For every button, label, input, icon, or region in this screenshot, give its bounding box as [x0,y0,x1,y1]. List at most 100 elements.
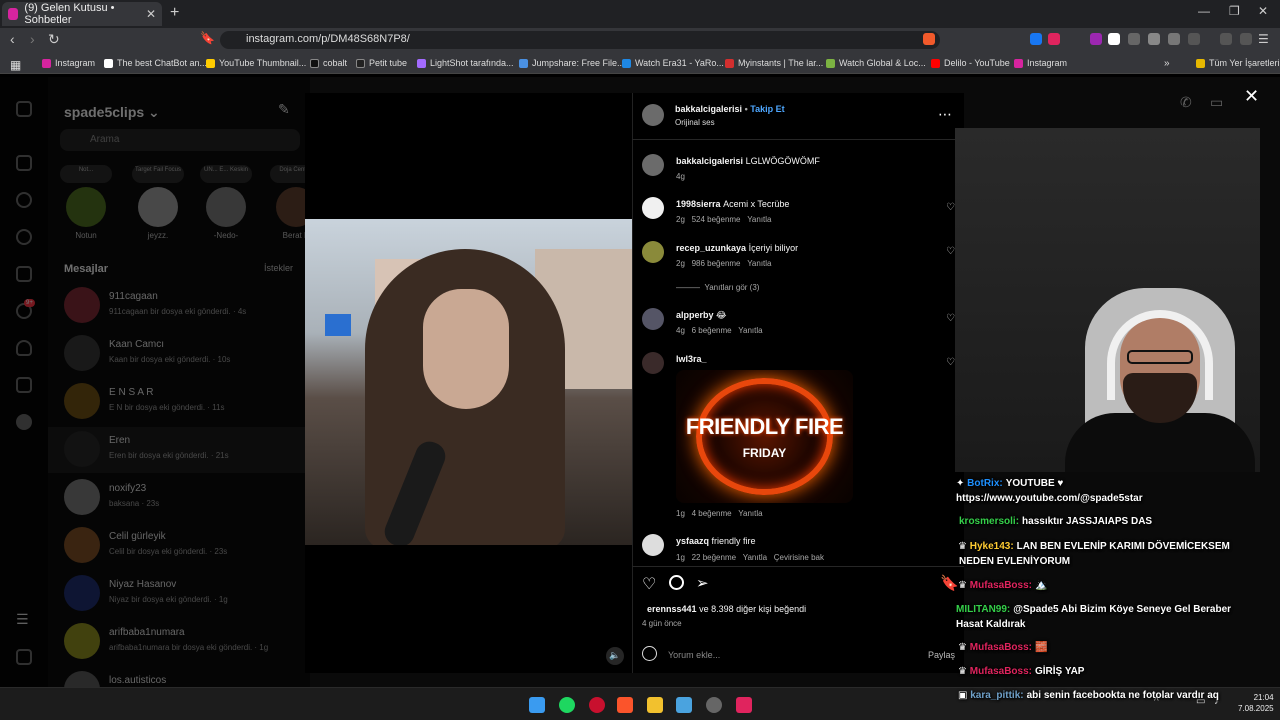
create-icon[interactable] [16,377,32,393]
requests-link[interactable]: İstekler [264,263,293,273]
brave-icon[interactable] [617,697,633,713]
gif-attachment[interactable]: FRIENDLY FIRE FRIDAY [676,370,853,503]
note-bubble[interactable]: Target Fail Focus jeyzz. [132,165,184,240]
browser-tab[interactable]: (9) Gelen Kutusu • Sohbetler ✕ [2,2,162,26]
video-call-icon[interactable]: ▭ [1210,94,1223,111]
bookmark-item[interactable]: The best ChatBot an... [104,58,207,68]
like-icon[interactable]: ♡ [642,574,656,594]
bookmark-item[interactable]: Myinstants | The lar... [725,58,823,68]
emoji-icon[interactable] [642,646,657,661]
bookmark-item[interactable]: Instagram [1014,58,1067,68]
commenter-avatar[interactable] [642,197,664,219]
reload-icon[interactable]: ↻ [48,31,60,48]
profile-avatar[interactable] [16,414,32,430]
system-clock[interactable]: 21:04 7.08.2025 [1238,692,1274,714]
extension-icon[interactable] [1090,33,1102,45]
brave-shield-icon[interactable] [923,33,935,45]
reply-button[interactable]: Yanıtla [738,326,762,335]
thread-row[interactable]: Celil gürleyik Celil bir dosya eki gönder… [48,523,310,569]
close-window-icon[interactable]: ✕ [1258,4,1268,18]
thread-row[interactable]: Niyaz Hasanov Niyaz bir dosya eki gönderd… [48,571,310,617]
heart-icon[interactable] [16,340,32,356]
url-bar[interactable]: instagram.com/p/DM48S68N7P8/ [220,31,940,49]
bookmark-item[interactable]: cobalt [310,58,347,68]
commenter-avatar[interactable] [642,241,664,263]
meta-icon[interactable] [16,649,32,665]
sidebar-icon[interactable] [1188,33,1200,45]
thread-row[interactable]: arifbaba1numara arifbaba1numara bir dosya… [48,619,310,665]
extension-icon[interactable] [1108,33,1120,45]
likes-summary[interactable]: erennss441 ve 8.398 diğer kişi beğendi [647,604,806,614]
bookmarks-overflow-icon[interactable]: » [1164,58,1170,69]
spotify-icon[interactable] [559,697,575,713]
reply-button[interactable]: Yanıtla [743,553,767,562]
thread-row[interactable]: noxify23 baksana · 23s [48,475,310,521]
forward-icon[interactable]: › [30,31,35,47]
call-icon[interactable]: ✆ [1180,94,1192,111]
reply-button[interactable]: Yanıtla [747,215,771,224]
puzzle-icon[interactable] [1168,33,1180,45]
extension-icon[interactable] [1128,33,1140,45]
search-icon[interactable] [16,192,32,208]
like-comment-icon[interactable]: ♡ [946,246,955,257]
reply-button[interactable]: Yanıtla [738,509,762,518]
comment-author[interactable]: lwl3ra_ [676,354,707,364]
mute-icon[interactable]: 🔈 [606,647,624,665]
commenter-avatar[interactable] [642,308,664,330]
author-avatar[interactable] [642,104,664,126]
all-bookmarks[interactable]: Tüm Yer İşaretleri [1196,58,1280,68]
reels-icon[interactable] [16,266,32,282]
bookmark-item[interactable]: Watch Era31 - YaRo... [622,58,724,68]
file-explorer-icon[interactable] [647,697,663,713]
commenter-avatar[interactable] [642,352,664,374]
app-icon[interactable] [706,697,722,713]
commenter-avatar[interactable] [642,534,664,556]
thread-row[interactable]: Kaan Camcı Kaan bir dosya eki gönderdi. ·… [48,331,310,377]
app-icon[interactable] [676,697,692,713]
thread-row[interactable]: E N S A RE N bir dosya eki gönderdi. · 1… [48,379,310,425]
compose-icon[interactable]: ✎ [278,101,290,118]
bookmark-item[interactable]: Jumpshare: Free File... [519,58,625,68]
follow-button[interactable]: Takip Et [750,104,784,114]
extension-icon[interactable] [1148,33,1160,45]
bookmark-item[interactable]: Watch Global & Loc... [826,58,926,68]
opera-icon[interactable] [589,697,605,713]
thread-row[interactable]: Eren Eren bir dosya eki gönderdi. · 21s [48,427,310,473]
translate-link[interactable]: Çevirisine bak [774,553,824,562]
bookmark-item[interactable]: LightShot tarafında... [417,58,514,68]
minimize-icon[interactable]: — [1198,4,1210,18]
bookmark-item[interactable]: Petit tube [356,58,407,68]
save-icon[interactable]: 🔖 [940,574,959,592]
video-frame[interactable] [305,219,632,545]
caption-avatar[interactable] [642,154,664,176]
close-icon[interactable]: ✕ [1244,86,1259,107]
like-comment-icon[interactable]: ♡ [946,202,955,213]
more-menu-icon[interactable]: ☰ [16,611,29,628]
note-bubble[interactable]: UN... E... Keskin -Nedo- [200,165,252,240]
reply-button[interactable]: Yanıtla [747,259,771,268]
restore-icon[interactable]: ❐ [1229,4,1240,18]
comment-input[interactable]: Yorum ekle... [668,650,720,660]
home-icon[interactable] [16,155,32,171]
like-comment-icon[interactable]: ♡ [946,357,955,368]
start-icon[interactable] [529,697,545,713]
apps-grid-icon[interactable]: ▦ [10,58,21,72]
note-bubble[interactable]: Not... Notun [60,165,112,240]
post-comment-button[interactable]: Paylaş [928,650,955,660]
comment-icon[interactable] [669,575,684,590]
audio-label[interactable]: Orijinal ses [675,118,715,127]
account-name[interactable]: spade5clips ⌄ [64,104,160,121]
view-replies-link[interactable]: ——— Yanıtları gör (3) [676,283,759,292]
extension-icon[interactable] [1048,33,1060,45]
streaming-app-icon[interactable] [736,697,752,713]
bookmark-item[interactable]: YouTube Thumbnail... [206,58,306,68]
explore-icon[interactable] [16,229,32,245]
new-tab-button[interactable]: + [170,4,179,22]
vpn-icon[interactable] [1240,33,1252,45]
back-icon[interactable]: ‹ [10,31,15,47]
music-icon[interactable] [1220,33,1232,45]
menu-icon[interactable]: ☰ [1258,32,1269,46]
close-tab-icon[interactable]: ✕ [146,7,156,21]
post-author[interactable]: bakkalcigalerisi • Takip Et [675,104,785,114]
bookmark-item[interactable]: Delilo - YouTube [931,58,1010,68]
